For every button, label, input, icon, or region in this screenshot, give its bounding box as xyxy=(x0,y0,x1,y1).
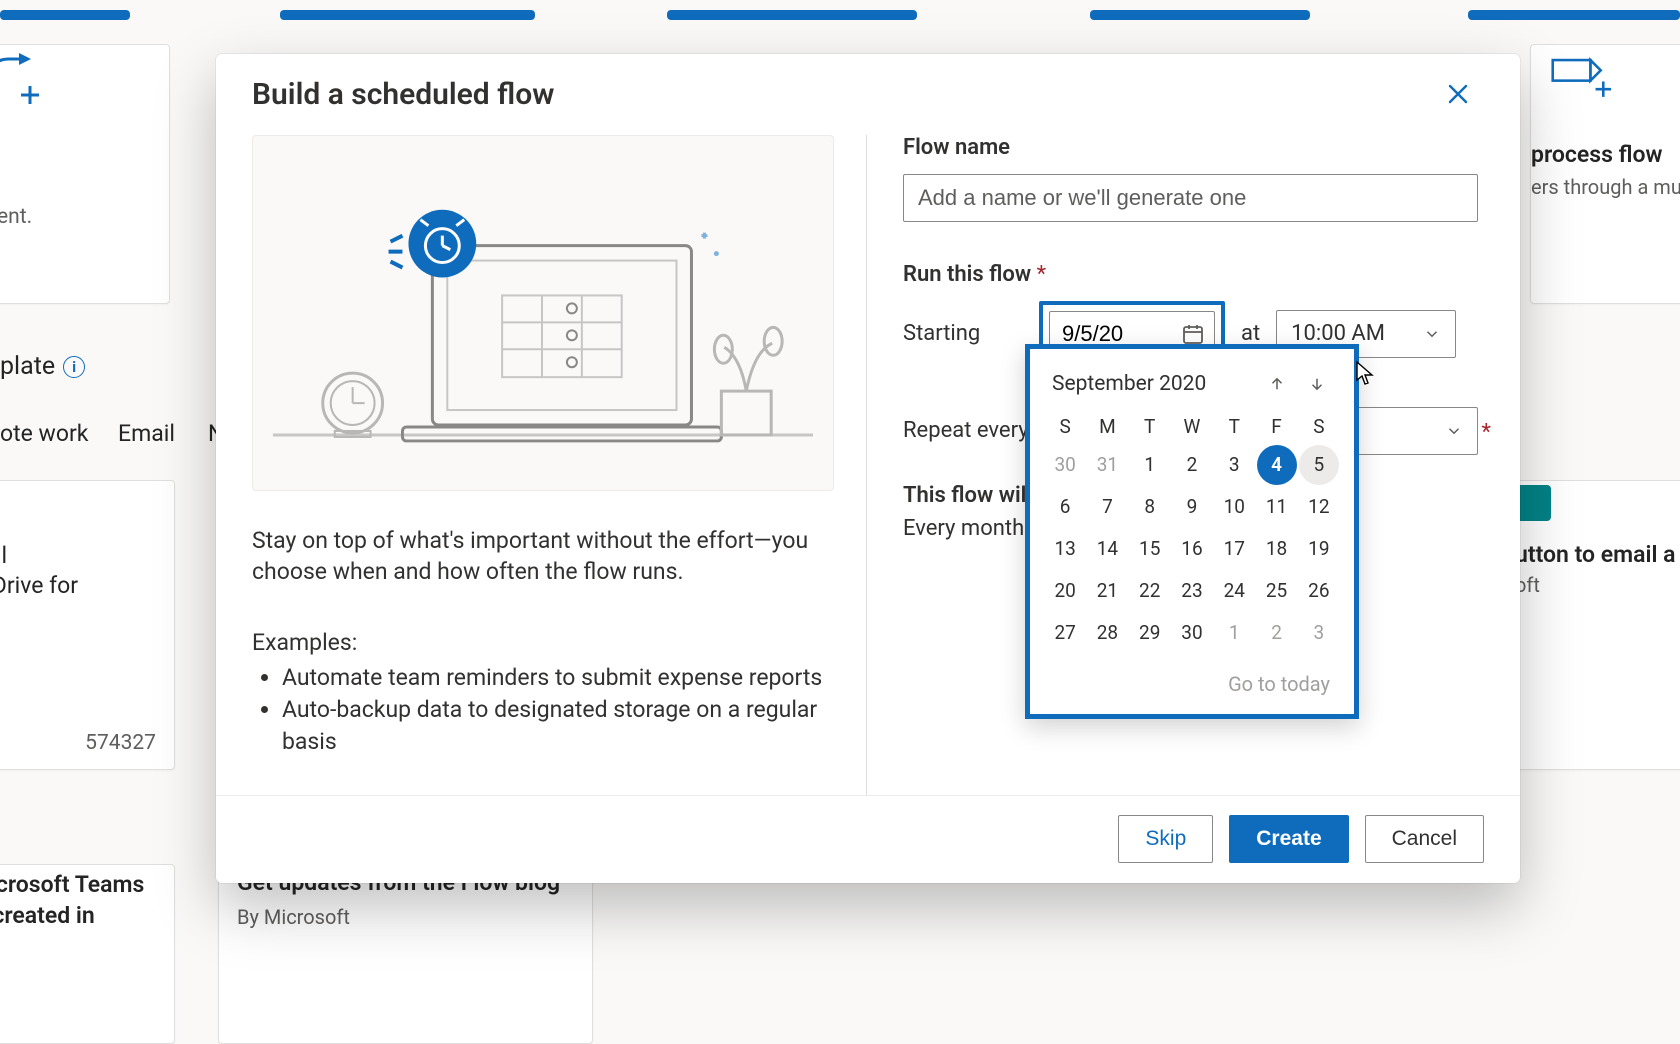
modal-description: Stay on top of what's important without … xyxy=(252,525,830,587)
calendar-dow: S xyxy=(1298,409,1340,444)
arrow-down-icon xyxy=(1308,375,1326,393)
calendar-day[interactable]: 15 xyxy=(1130,529,1170,569)
template-card-process[interactable]: process flow ers through a multiste xyxy=(1530,44,1680,304)
calendar-day[interactable]: 19 xyxy=(1299,529,1339,569)
calendar-day[interactable]: 3 xyxy=(1299,613,1339,653)
calendar-day[interactable]: 5 xyxy=(1299,445,1339,485)
start-time-value: 10:00 AM xyxy=(1291,321,1385,346)
calendar-day[interactable]: 14 xyxy=(1087,529,1127,569)
calendar-day[interactable]: 2 xyxy=(1172,445,1212,485)
calendar-dow: M xyxy=(1086,409,1128,444)
calendar-day[interactable]: 27 xyxy=(1045,613,1085,653)
skip-button[interactable]: Skip xyxy=(1118,815,1213,863)
process-plus-icon xyxy=(1551,51,1611,106)
calendar-dow: T xyxy=(1213,409,1255,444)
calendar-day[interactable]: 17 xyxy=(1214,529,1254,569)
required-asterisk: * xyxy=(1482,420,1491,445)
calendar-day[interactable]: 18 xyxy=(1257,529,1297,569)
calendar-day[interactable]: 10 xyxy=(1214,487,1254,527)
calendar-day[interactable]: 9 xyxy=(1172,487,1212,527)
template-card-button[interactable]: utton to email a no oft xyxy=(1510,480,1680,770)
calendar-next-button[interactable] xyxy=(1302,369,1332,399)
calendar-day[interactable]: 8 xyxy=(1130,487,1170,527)
calendar-day[interactable]: 23 xyxy=(1172,571,1212,611)
calendar-day[interactable]: 26 xyxy=(1299,571,1339,611)
modal-left-pane: Stay on top of what's important without … xyxy=(216,135,866,795)
calendar-day[interactable]: 29 xyxy=(1130,613,1170,653)
calendar-day[interactable]: 21 xyxy=(1087,571,1127,611)
calendar-prev-button[interactable] xyxy=(1262,369,1292,399)
chevron-down-icon xyxy=(1423,325,1441,343)
calendar-day[interactable]: 12 xyxy=(1299,487,1339,527)
calendar-day[interactable]: 1 xyxy=(1130,445,1170,485)
close-button[interactable] xyxy=(1438,74,1478,114)
calendar-day[interactable]: 28 xyxy=(1087,613,1127,653)
calendar-day[interactable]: 24 xyxy=(1214,571,1254,611)
calendar-day[interactable]: 3 xyxy=(1214,445,1254,485)
calendar-day[interactable]: 6 xyxy=(1045,487,1085,527)
examples-list: Automate team reminders to submit expens… xyxy=(252,662,830,759)
app-icon xyxy=(1515,485,1551,521)
calendar-day[interactable]: 31 xyxy=(1087,445,1127,485)
calendar-day[interactable]: 22 xyxy=(1130,571,1170,611)
create-button[interactable]: Create xyxy=(1229,815,1348,863)
calendar-day[interactable]: 4 xyxy=(1257,445,1297,485)
template-card[interactable]: email OneDrive for 574327 xyxy=(0,480,175,770)
calendar-icon[interactable] xyxy=(1181,322,1205,346)
at-label: at xyxy=(1241,321,1260,346)
calendar-dow: F xyxy=(1255,409,1297,444)
flow-plus-icon xyxy=(0,51,41,106)
calendar-dow: W xyxy=(1171,409,1213,444)
template-heading: plate i xyxy=(0,352,85,381)
chevron-down-icon xyxy=(1445,422,1463,440)
calendar-day[interactable]: 20 xyxy=(1045,571,1085,611)
calendar-dow: S xyxy=(1044,409,1086,444)
repeat-label: Repeat every xyxy=(903,418,1043,443)
calendar-dow: T xyxy=(1129,409,1171,444)
required-asterisk: * xyxy=(1037,262,1046,287)
scheduled-flow-modal: Build a scheduled flow xyxy=(216,54,1520,883)
calendar-day[interactable]: 30 xyxy=(1045,445,1085,485)
tab-email[interactable]: Email xyxy=(118,420,175,447)
modal-footer: Skip Create Cancel xyxy=(216,795,1520,883)
calendar-month-label[interactable]: September 2020 xyxy=(1052,372,1206,396)
bg-text: ignated event. xyxy=(0,205,32,229)
arrow-up-icon xyxy=(1268,375,1286,393)
flow-name-input[interactable] xyxy=(903,174,1478,222)
cancel-button[interactable]: Cancel xyxy=(1365,815,1484,863)
flow-name-label: Flow name xyxy=(903,135,1478,160)
info-icon[interactable]: i xyxy=(63,356,85,378)
run-count: 574327 xyxy=(85,731,156,755)
run-flow-label: Run this flow xyxy=(903,262,1031,287)
example-item: Automate team reminders to submit expens… xyxy=(282,662,830,694)
calendar-grid: SMTWTFS 30311234567891011121314151617181… xyxy=(1044,409,1340,654)
calendar-day[interactable]: 7 xyxy=(1087,487,1127,527)
calendar-day[interactable]: 25 xyxy=(1257,571,1297,611)
calendar-day[interactable]: 11 xyxy=(1257,487,1297,527)
calendar-day[interactable]: 2 xyxy=(1257,613,1297,653)
starting-label: Starting xyxy=(903,321,1023,346)
template-card[interactable]: o Microsoft Teams k is created in xyxy=(0,864,175,1044)
calendar-day[interactable]: 13 xyxy=(1045,529,1085,569)
modal-right-pane: Flow name Run this flow * Starting xyxy=(867,135,1520,795)
close-icon xyxy=(1446,82,1470,106)
example-item: Auto-backup data to designated storage o… xyxy=(282,694,830,758)
modal-illustration xyxy=(252,135,834,491)
date-picker-popover: September 2020 SMTWTFS 30311234567891011… xyxy=(1025,344,1359,719)
calendar-day[interactable]: 16 xyxy=(1172,529,1212,569)
modal-title: Build a scheduled flow xyxy=(252,77,554,112)
go-to-today-link[interactable]: Go to today xyxy=(1044,654,1340,696)
examples-label: Examples: xyxy=(252,629,830,656)
tab-remote-work[interactable]: ote work xyxy=(0,420,88,447)
calendar-day[interactable]: 1 xyxy=(1214,613,1254,653)
template-card-flowblog[interactable]: Get updates from the Flow blog By Micros… xyxy=(218,864,593,1044)
calendar-day[interactable]: 30 xyxy=(1172,613,1212,653)
